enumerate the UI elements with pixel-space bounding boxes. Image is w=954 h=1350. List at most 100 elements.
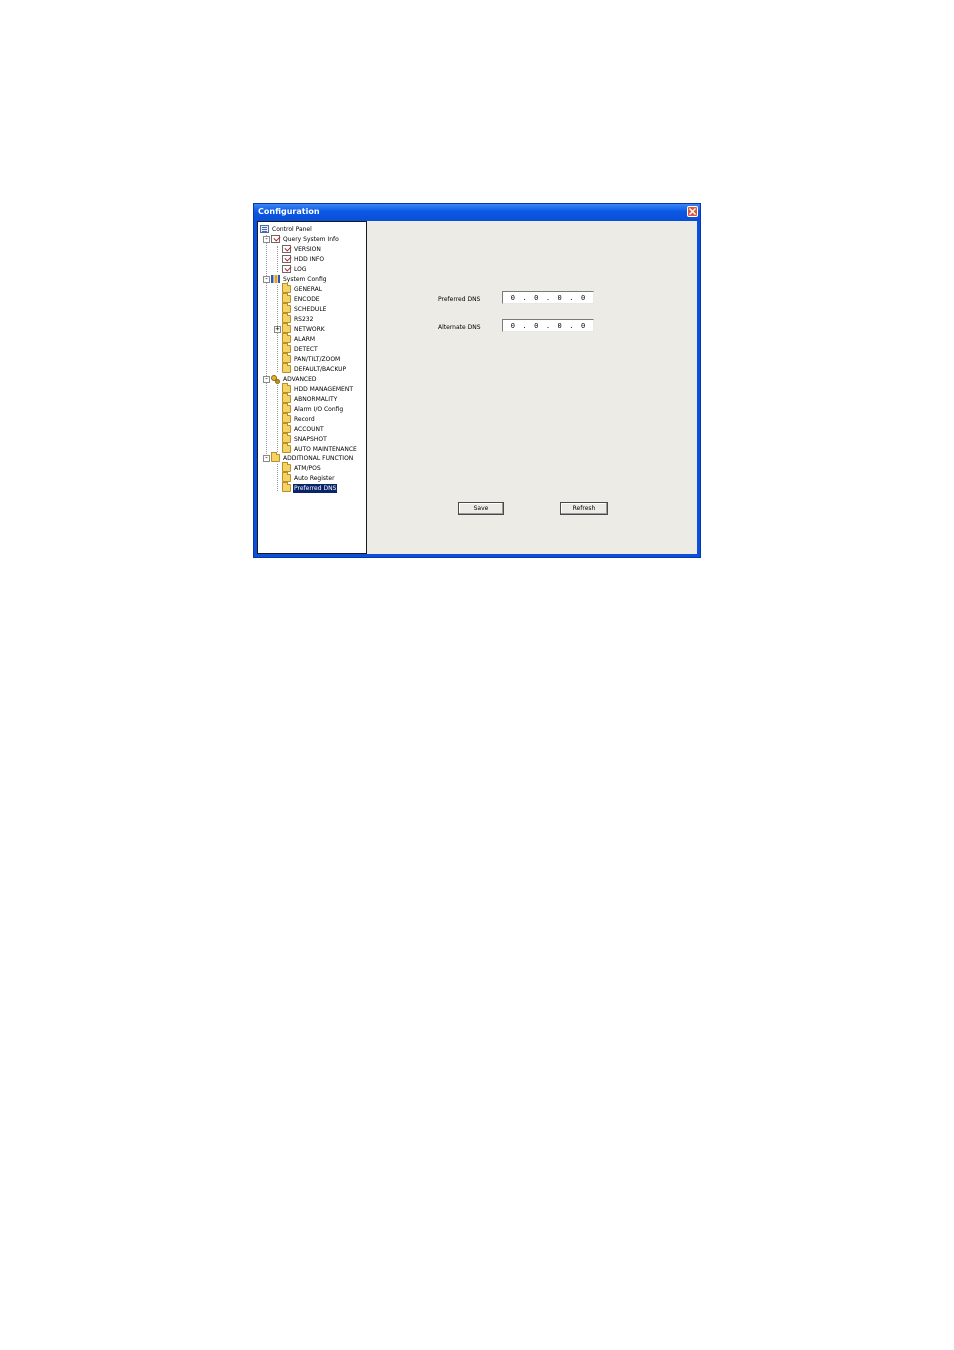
tree-label: ACCOUNT bbox=[294, 425, 324, 433]
folder-icon bbox=[282, 383, 291, 393]
folder-icon bbox=[282, 413, 291, 423]
tree-item-account[interactable]: ACCOUNT bbox=[282, 423, 325, 434]
tree-item-network[interactable]: NETWORK bbox=[282, 323, 326, 334]
tree-item-control-panel[interactable]: Control Panel bbox=[260, 224, 313, 234]
folder-icon bbox=[282, 393, 291, 403]
tree-item-auto-register[interactable]: Auto Register bbox=[282, 472, 336, 483]
config-tree[interactable]: Control Panel - Query System Info VERSIO… bbox=[257, 221, 367, 554]
close-button[interactable] bbox=[687, 206, 698, 217]
folder-icon bbox=[282, 472, 291, 482]
ip-octet: 0 bbox=[510, 293, 515, 302]
alternate-dns-label: Alternate DNS bbox=[438, 324, 481, 331]
folder-icon bbox=[282, 433, 291, 443]
tree-item-version[interactable]: VERSION bbox=[282, 244, 322, 254]
window-client-area: Control Panel - Query System Info VERSIO… bbox=[257, 221, 697, 554]
checklist-icon bbox=[271, 235, 280, 243]
tree-label: ADDITIONAL FUNCTION bbox=[283, 454, 354, 462]
tree-label: PAN/TILT/ZOOM bbox=[294, 355, 341, 363]
open-folder-icon bbox=[282, 482, 291, 492]
tree-label: LOG bbox=[294, 265, 307, 273]
tree-item-abnormality[interactable]: ABNORMALITY bbox=[282, 393, 338, 404]
folder-icon bbox=[282, 303, 291, 313]
tree-label: GENERAL bbox=[294, 285, 323, 293]
preferred-dns-input[interactable]: 0. 0. 0. 0 bbox=[502, 291, 594, 304]
folder-icon bbox=[282, 363, 291, 373]
tree-item-hdd-info[interactable]: HDD INFO bbox=[282, 254, 325, 264]
ip-dot: . bbox=[569, 321, 574, 330]
tree-label: VERSION bbox=[294, 245, 321, 253]
tree-label: RS232 bbox=[294, 315, 314, 323]
ip-dot: . bbox=[522, 293, 527, 302]
folder-icon bbox=[282, 313, 291, 323]
tree-label: DETECT bbox=[294, 345, 318, 353]
ip-octet: 0 bbox=[534, 321, 539, 330]
tree-item-alarm-io-config[interactable]: Alarm I/O Config bbox=[282, 403, 344, 414]
tree-label: Alarm I/O Config bbox=[294, 405, 344, 413]
control-panel-icon bbox=[260, 225, 269, 233]
checklist-icon bbox=[282, 245, 291, 253]
tree-label: System Config bbox=[283, 275, 327, 283]
tree-item-advanced[interactable]: ADVANCED bbox=[271, 374, 318, 384]
system-config-icon bbox=[271, 275, 280, 283]
tree-label: ENCODE bbox=[294, 295, 320, 303]
ip-octet: 0 bbox=[557, 293, 562, 302]
tree-line-additional bbox=[277, 464, 278, 491]
folder-icon bbox=[282, 353, 291, 363]
folder-icon bbox=[271, 452, 280, 462]
collapse-icon[interactable]: - bbox=[263, 276, 270, 283]
tree-item-pan-tilt-zoom[interactable]: PAN/TILT/ZOOM bbox=[282, 353, 341, 364]
gears-icon bbox=[271, 374, 280, 384]
tree-line-query bbox=[277, 246, 278, 272]
tree-label: Auto Register bbox=[294, 474, 335, 482]
tree-label: NETWORK bbox=[294, 325, 325, 333]
tree-label: Preferred DNS bbox=[293, 483, 338, 493]
title-bar[interactable]: Configuration bbox=[254, 204, 700, 221]
tree-label: HDD MANAGEMENT bbox=[294, 385, 353, 393]
tree-label: Record bbox=[294, 415, 315, 423]
ip-octet: 0 bbox=[580, 293, 586, 302]
tree-label: ALARM bbox=[294, 335, 316, 343]
window-title: Configuration bbox=[258, 207, 320, 216]
ip-dot: . bbox=[522, 321, 527, 330]
ip-dot: . bbox=[545, 293, 551, 302]
tree-line-advanced bbox=[277, 385, 278, 452]
expand-icon[interactable]: + bbox=[274, 326, 281, 333]
tree-item-preferred-dns[interactable]: Preferred DNS bbox=[282, 482, 338, 493]
tree-item-default-backup[interactable]: DEFAULT/BACKUP bbox=[282, 363, 347, 374]
ip-octet: 0 bbox=[557, 321, 562, 330]
preferred-dns-label: Preferred DNS bbox=[438, 296, 481, 303]
folder-icon bbox=[282, 403, 291, 413]
tree-label: ATM/POS bbox=[294, 464, 321, 472]
configuration-window: Configuration Control Panel - Query Syst… bbox=[253, 203, 701, 558]
save-button[interactable]: Save bbox=[458, 502, 504, 515]
refresh-button[interactable]: Refresh bbox=[560, 502, 608, 515]
folder-icon bbox=[282, 293, 291, 303]
tree-line-root bbox=[266, 235, 267, 460]
tree-item-hdd-management[interactable]: HDD MANAGEMENT bbox=[282, 383, 354, 394]
collapse-icon[interactable]: - bbox=[263, 376, 270, 383]
tree-item-system-config[interactable]: System Config bbox=[271, 274, 328, 284]
collapse-icon[interactable]: - bbox=[263, 236, 270, 243]
tree-item-snapshot[interactable]: SNAPSHOT bbox=[282, 433, 328, 444]
ip-octet: 0 bbox=[510, 321, 515, 330]
folder-icon bbox=[282, 423, 291, 433]
ip-dot: . bbox=[569, 293, 574, 302]
ip-octet: 0 bbox=[534, 293, 539, 302]
close-icon bbox=[689, 208, 696, 215]
folder-icon bbox=[282, 462, 291, 472]
tree-item-query-system-info[interactable]: Query System Info bbox=[271, 234, 340, 244]
tree-item-log[interactable]: LOG bbox=[282, 264, 308, 274]
tree-item-general[interactable]: GENERAL bbox=[282, 283, 323, 294]
ip-octet: 0 bbox=[580, 321, 586, 330]
tree-label: Control Panel bbox=[272, 225, 312, 233]
collapse-icon[interactable]: - bbox=[263, 455, 270, 462]
tree-label: HDD INFO bbox=[294, 255, 325, 263]
folder-icon bbox=[282, 443, 291, 453]
tree-label: ABNORMALITY bbox=[294, 395, 338, 403]
tree-item-schedule[interactable]: SCHEDULE bbox=[282, 303, 327, 314]
alternate-dns-input[interactable]: 0. 0. 0. 0 bbox=[502, 319, 594, 332]
tree-label: Query System Info bbox=[283, 235, 339, 243]
checklist-icon bbox=[282, 265, 291, 273]
tree-label: DEFAULT/BACKUP bbox=[294, 365, 347, 373]
tree-label: SCHEDULE bbox=[294, 305, 327, 313]
